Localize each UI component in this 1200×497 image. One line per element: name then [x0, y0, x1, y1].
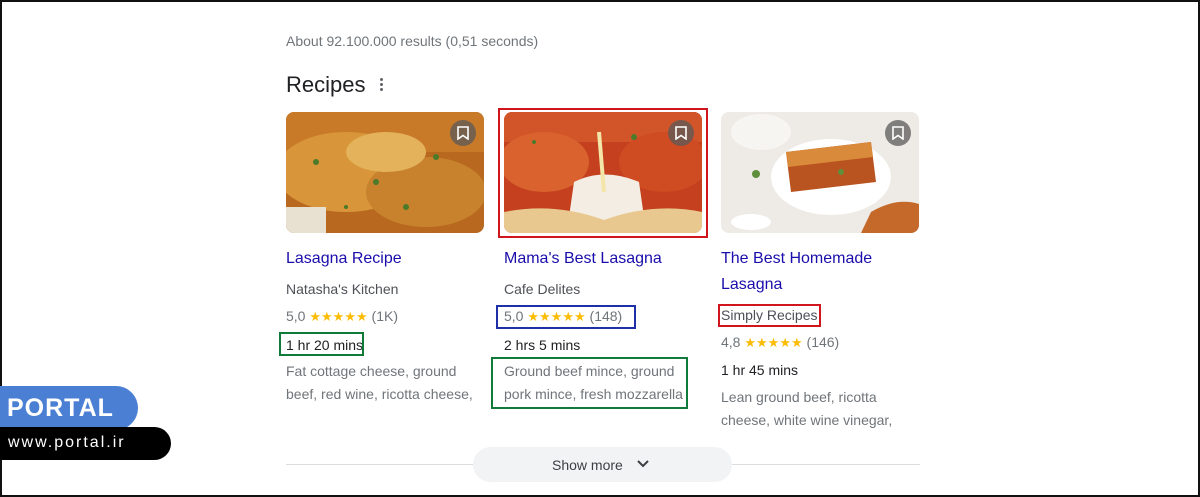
- recipe-rating: 4,8 ★★★★★ (146): [721, 334, 839, 351]
- rating-value: 4,8: [721, 334, 741, 350]
- show-more-label: Show more: [552, 457, 623, 473]
- result-stats: About 92.100.000 results (0,51 seconds): [286, 33, 539, 49]
- more-vert-icon[interactable]: [374, 74, 388, 96]
- recipes-section-title: Recipes: [286, 72, 366, 97]
- brand-url: www.portal.ir: [8, 434, 126, 451]
- highlight-box-time: [279, 332, 364, 356]
- rating-value: 5,0: [286, 308, 306, 324]
- divider-right: [732, 464, 920, 465]
- bookmark-icon[interactable]: [885, 120, 911, 146]
- recipe-image[interactable]: [286, 112, 484, 233]
- highlight-box-rating: [496, 305, 636, 329]
- show-more-button[interactable]: Show more: [473, 447, 732, 482]
- cook-time: 2 hrs 5 mins: [504, 337, 581, 353]
- recipe-image[interactable]: [721, 112, 919, 233]
- portal-brand-logo: PORTAL: [0, 386, 138, 430]
- recipe-title[interactable]: Lasagna Recipe: [286, 246, 402, 272]
- recipe-source: Natasha's Kitchen: [286, 281, 399, 297]
- chevron-down-icon: [637, 460, 649, 468]
- star-rating-icon: ★★★★★: [309, 309, 368, 324]
- bookmark-icon[interactable]: [450, 120, 476, 146]
- review-count: (146): [806, 334, 840, 350]
- divider-left: [286, 464, 473, 465]
- star-rating-icon: ★★★★★: [744, 335, 803, 350]
- brand-name: PORTAL: [7, 394, 114, 422]
- recipe-ingredients: Fat cottage cheese, ground beef, red win…: [286, 363, 473, 402]
- recipe-ingredients: Lean ground beef, ricotta cheese, white …: [721, 389, 893, 428]
- portal-url-badge: www.portal.ir: [0, 427, 171, 460]
- recipe-rating: 5,0 ★★★★★ (1K): [286, 308, 398, 325]
- highlight-box-source: [718, 304, 821, 327]
- recipe-title[interactable]: Mama's Best Lasagna: [504, 246, 662, 272]
- recipe-source: Cafe Delites: [504, 281, 581, 297]
- highlight-box-ingredients: [491, 357, 688, 409]
- review-count: (1K): [371, 308, 398, 324]
- recipe-title[interactable]: The Best Homemade Lasagna: [721, 246, 917, 298]
- highlight-box-image: [498, 108, 708, 238]
- cook-time: 1 hr 45 mins: [721, 362, 799, 378]
